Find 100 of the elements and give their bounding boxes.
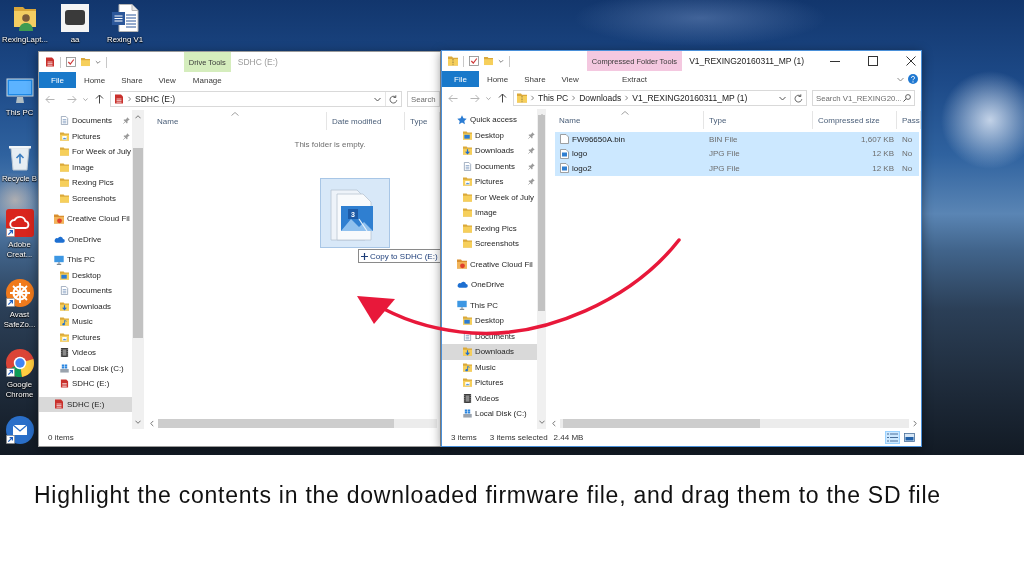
cloud-app-icon[interactable] [5,209,34,237]
column-header[interactable]: Name [546,111,704,129]
file-name: FW96650A.bin [572,134,625,144]
recent-locations-caret-icon[interactable] [486,95,491,101]
dropdown-caret-icon[interactable] [374,95,381,103]
new-folder-icon[interactable] [81,57,90,67]
column-header[interactable]: Name [144,112,327,130]
forward-arrow-icon[interactable] [470,93,480,103]
pin-icon[interactable] [123,132,130,140]
file-type: JPG File [708,163,741,173]
scrollbar-thumb[interactable] [133,148,143,338]
pin-icon[interactable] [528,131,535,139]
close-icon[interactable] [906,56,916,66]
forward-arrow-icon[interactable] [67,94,77,104]
breadcrumb-item[interactable]: This PC [538,93,569,103]
browser-icon[interactable] [5,349,34,377]
ribbon-tab[interactable]: Share [113,72,151,88]
view-toggle-button[interactable] [902,431,917,444]
scrollbar-track[interactable] [560,419,909,428]
scrollbar-track[interactable] [132,110,144,429]
address-bar[interactable]: SDHC (E:) [110,91,402,107]
pin-icon[interactable] [528,178,535,186]
scrollbar-thumb[interactable] [158,419,394,428]
file-type: JPG File [708,149,741,159]
refresh-icon[interactable] [794,93,803,103]
maximize-icon[interactable] [868,56,878,66]
caret-down-icon[interactable] [498,58,504,64]
column-header[interactable]: Type [405,112,440,130]
sd-card-icon [45,57,55,67]
pin-icon[interactable] [528,147,535,155]
folder-icon [60,162,69,172]
help-icon[interactable] [908,74,918,84]
ribbon-tab[interactable]: Manage [183,72,231,88]
ribbon-tab[interactable]: Home [75,72,114,88]
back-arrow-icon[interactable] [448,93,458,103]
password-status: No [901,149,914,159]
scroll-down-icon[interactable] [538,419,545,425]
details-view-icon [887,433,898,442]
scroll-right-icon[interactable] [912,420,918,427]
ribbon-tab[interactable]: View [553,71,587,87]
file-tab[interactable]: File [442,71,479,87]
address-bar[interactable]: This PC Downloads V1_REXING20160311_MP (1) [513,90,807,106]
user-folder-icon[interactable] [11,4,39,32]
ribbon-tab[interactable]: Extract [586,71,683,87]
picture-folder-icon [60,332,69,342]
scroll-down-icon[interactable] [135,419,141,425]
document-icon [463,331,472,341]
properties-icon[interactable] [66,57,76,67]
document-icon [60,116,69,126]
ribbon-tab[interactable]: Share [516,71,554,87]
recent-locations-caret-icon[interactable] [83,96,88,102]
photo-placeholder[interactable] [61,4,89,32]
file-tab[interactable]: File [39,72,76,88]
picture-folder-icon [60,131,69,141]
mail-app-icon[interactable] [5,416,34,444]
chevron-right-icon[interactable] [530,95,535,101]
search-icon[interactable] [903,94,911,102]
breadcrumb-item[interactable]: SDHC (E:) [135,94,176,104]
column-header[interactable]: Type [704,111,813,129]
chevron-right-icon[interactable] [624,95,630,101]
password-status: No [901,163,914,173]
file-row[interactable]: logo2 JPG File 12 KB No [555,161,919,176]
folder-icon [60,178,69,188]
breadcrumb-item[interactable]: V1_REXING20160311_MP (1) [632,93,748,103]
drive-icon [463,409,472,419]
scroll-left-icon[interactable] [149,420,155,427]
folder-icon [463,208,472,218]
scroll-left-icon[interactable] [551,420,557,427]
scrollbar-track[interactable] [537,109,546,429]
computer-icon[interactable] [5,77,34,105]
file-row[interactable]: FW96650A.bin BIN File 1,607 KB No [555,132,919,147]
view-toggle-button[interactable] [885,431,900,444]
properties-icon[interactable] [469,56,479,66]
chevron-right-icon[interactable] [571,95,577,101]
pin-icon[interactable] [528,162,535,170]
chevron-right-icon[interactable] [127,96,132,102]
desktop-folder-icon [463,316,472,326]
scrollbar-thumb[interactable] [538,115,545,311]
caret-down-icon[interactable] [95,59,101,65]
pin-icon[interactable] [123,117,130,125]
file-name: logo2 [572,163,592,173]
column-header[interactable]: Pass [897,111,921,129]
chevron-down-icon[interactable] [897,75,904,83]
scrollbar-track[interactable] [158,419,437,428]
ribbon-tab[interactable]: Home [478,71,517,87]
word-document-icon[interactable] [111,4,139,32]
ship-wheel-icon[interactable] [5,279,34,307]
ribbon-tab[interactable]: View [150,72,184,88]
up-arrow-icon[interactable] [498,93,507,103]
film-icon [463,393,472,403]
column-header[interactable]: Compressed size [813,111,897,129]
scroll-up-icon[interactable] [135,114,141,120]
breadcrumb-item[interactable]: Downloads [579,93,622,103]
back-arrow-icon[interactable] [45,94,55,104]
new-folder-icon[interactable] [484,56,493,66]
up-arrow-icon[interactable] [95,94,104,104]
refresh-icon[interactable] [389,94,398,104]
column-header[interactable]: Date modified [327,112,405,130]
scrollbar-thumb[interactable] [563,419,760,428]
dropdown-caret-icon[interactable] [779,94,786,102]
